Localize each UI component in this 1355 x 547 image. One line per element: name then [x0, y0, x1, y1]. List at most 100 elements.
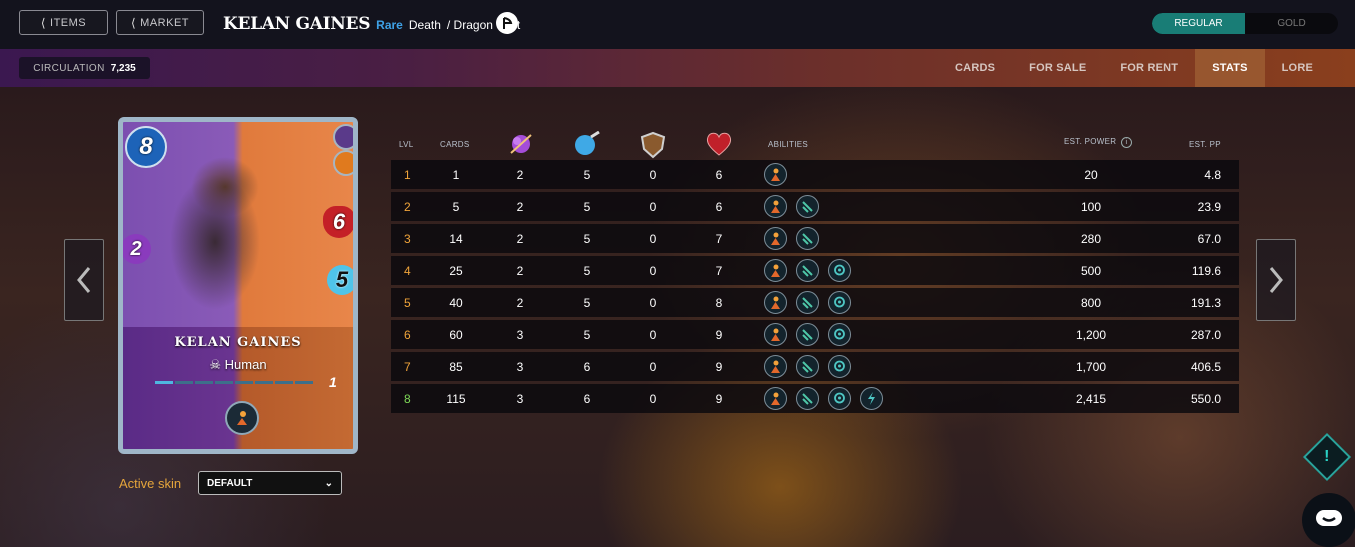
magic-attack-cell: 3: [516, 392, 524, 406]
magic-attack-cell: 3: [516, 360, 524, 374]
table-row: 8 115 3 6 0 9 2,415 550.0: [391, 384, 1239, 413]
dragon-splinter-icon: [333, 150, 353, 176]
health-icon: [705, 131, 733, 159]
ability-c-icon[interactable]: [828, 323, 851, 346]
tab-stats[interactable]: STATS: [1195, 49, 1265, 87]
info-icon[interactable]: i: [1120, 137, 1132, 148]
ability-d-icon[interactable]: [860, 387, 883, 410]
abilities-cell: [764, 227, 819, 250]
health-cell: 8: [715, 296, 723, 310]
card-name-heading: KELAN GAINES: [223, 14, 371, 34]
speed-cell: 5: [583, 264, 591, 278]
chevron-down-icon: ⌄: [324, 477, 333, 489]
health-cell: 9: [715, 392, 723, 406]
table-row: 1 1 2 5 0 6 20 4.8: [391, 160, 1239, 189]
ability-a-icon[interactable]: [764, 387, 787, 410]
table-row: 5 40 2 5 0 8 800 191.3: [391, 288, 1239, 317]
speed-cell: 5: [583, 168, 591, 182]
health-cell: 6: [715, 168, 723, 182]
ability-icon: [225, 401, 259, 435]
ability-c-icon[interactable]: [828, 259, 851, 282]
ability-a-icon[interactable]: [764, 291, 787, 314]
ability-c-icon[interactable]: [828, 291, 851, 314]
next-card-button[interactable]: [1256, 239, 1296, 321]
est-pp-cell: 4.8: [1204, 168, 1221, 182]
market-button-label: MARKET: [140, 16, 190, 29]
header-est-power-label: EST. POWER: [1064, 137, 1117, 146]
ability-b-icon[interactable]: [796, 387, 819, 410]
chevron-right-icon: [1269, 267, 1283, 293]
health-cell: 9: [715, 328, 723, 342]
regular-toggle[interactable]: REGULAR: [1152, 13, 1245, 34]
card-name-label: KELAN GAINES: [174, 335, 302, 350]
edition-toggle[interactable]: REGULAR GOLD: [1152, 13, 1338, 34]
ability-b-icon[interactable]: [796, 355, 819, 378]
cards-cell: 115: [446, 392, 466, 406]
card-image: 8 2 6 5 KELAN GAINES ☠ Human 1: [118, 117, 358, 454]
ability-b-icon[interactable]: [796, 291, 819, 314]
detail-tabs: CARDS FOR SALE FOR RENT STATS LORE: [938, 49, 1330, 87]
tab-for-rent[interactable]: FOR RENT: [1103, 49, 1195, 87]
chevron-left-icon: ⟨: [40, 15, 47, 30]
est-pp-cell: 119.6: [1191, 264, 1221, 278]
cards-cell: 14: [449, 232, 463, 246]
tab-for-sale[interactable]: FOR SALE: [1012, 49, 1103, 87]
level-progress-bar: [155, 381, 313, 384]
est-power-cell: 280: [1080, 232, 1102, 246]
health-cell: 7: [715, 232, 723, 246]
magic-attack-cell: 2: [516, 264, 524, 278]
ability-a-icon[interactable]: [764, 355, 787, 378]
magic-attack-cell: 2: [516, 296, 524, 310]
level-cell: 5: [404, 296, 411, 310]
magic-attack-icon: [508, 131, 534, 159]
items-button[interactable]: ⟨ ITEMS: [19, 10, 108, 35]
tab-lore[interactable]: LORE: [1265, 49, 1330, 87]
armor-cell: 0: [649, 296, 657, 310]
gold-toggle[interactable]: GOLD: [1245, 13, 1338, 34]
est-power-cell: 100: [1080, 200, 1102, 214]
ability-b-icon[interactable]: [796, 259, 819, 282]
magic-attack-cell: 2: [516, 168, 524, 182]
ability-c-icon[interactable]: [828, 355, 851, 378]
circulation-badge: CIRCULATION 7,235: [19, 57, 150, 79]
cards-cell: 1: [452, 168, 460, 182]
abilities-cell: [764, 355, 851, 378]
ability-c-icon[interactable]: [828, 387, 851, 410]
character-art: [155, 142, 305, 332]
armor-icon: [640, 131, 666, 161]
ability-a-icon[interactable]: [764, 323, 787, 346]
tab-cards[interactable]: CARDS: [938, 49, 1012, 87]
chat-button[interactable]: [1302, 493, 1355, 547]
card-race-label: ☠ Human: [123, 357, 353, 373]
ability-b-icon[interactable]: [796, 323, 819, 346]
skin-select[interactable]: DEFAULT ⌄: [198, 471, 342, 495]
armor-cell: 0: [649, 328, 657, 342]
ability-a-icon[interactable]: [764, 163, 787, 186]
market-button[interactable]: ⟨ MARKET: [116, 10, 204, 35]
ability-b-icon[interactable]: [796, 195, 819, 218]
speed-cell: 5: [583, 200, 591, 214]
rarity-label: Rare: [376, 18, 403, 32]
ability-b-icon[interactable]: [796, 227, 819, 250]
ability-a-icon[interactable]: [764, 195, 787, 218]
speed-icon: [573, 130, 601, 159]
prev-card-button[interactable]: [64, 239, 104, 321]
armor-cell: 0: [649, 168, 657, 182]
est-pp-cell: 550.0: [1190, 392, 1221, 406]
death-splinter-icon: [333, 124, 353, 150]
card-level-number: 1: [329, 374, 337, 390]
secondary-splinter-label: / Dragon: [446, 18, 493, 32]
card-title: KELAN GAINES Rare Death / Dragon Unit: [223, 14, 520, 34]
cards-cell: 60: [449, 328, 463, 342]
level-cell: 8: [404, 392, 411, 406]
ability-a-icon[interactable]: [764, 259, 787, 282]
est-power-cell: 800: [1080, 296, 1102, 310]
circulation-value: 7,235: [110, 62, 136, 74]
header-est-power: EST. POWER i: [1064, 137, 1132, 148]
cards-cell: 85: [449, 360, 463, 374]
ability-a-icon[interactable]: [764, 227, 787, 250]
exclamation-icon: !: [1324, 447, 1330, 465]
armor-cell: 0: [649, 360, 657, 374]
level-cell: 6: [404, 328, 411, 342]
table-row: 7 85 3 6 0 9 1,700 406.5: [391, 352, 1239, 381]
